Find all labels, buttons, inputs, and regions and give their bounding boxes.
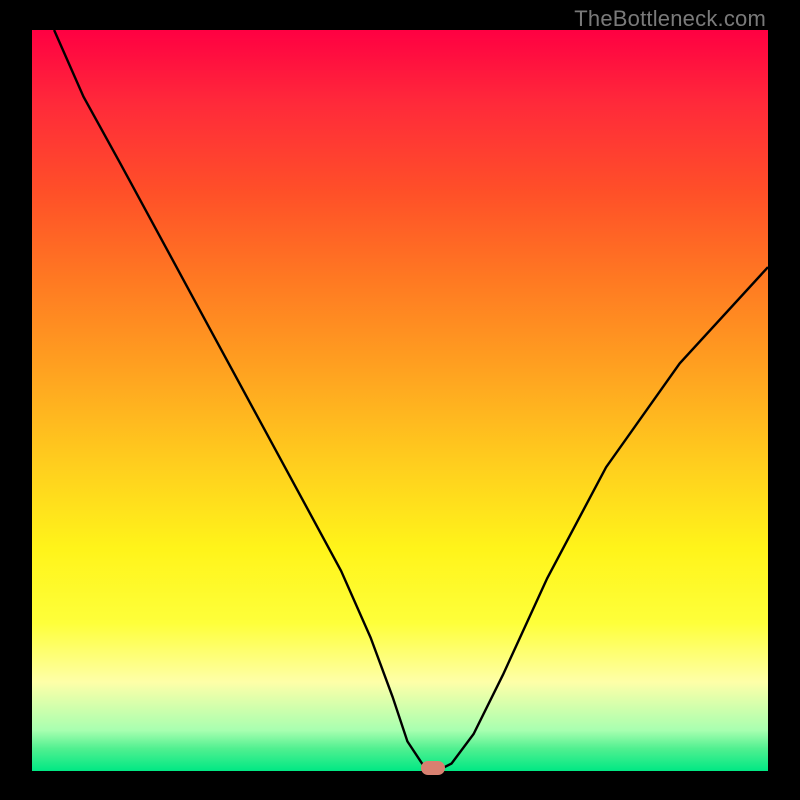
- watermark-text: TheBottleneck.com: [574, 6, 766, 32]
- bottleneck-curve: [32, 30, 768, 771]
- optimal-point-marker: [421, 761, 445, 775]
- plot-area: [32, 30, 768, 771]
